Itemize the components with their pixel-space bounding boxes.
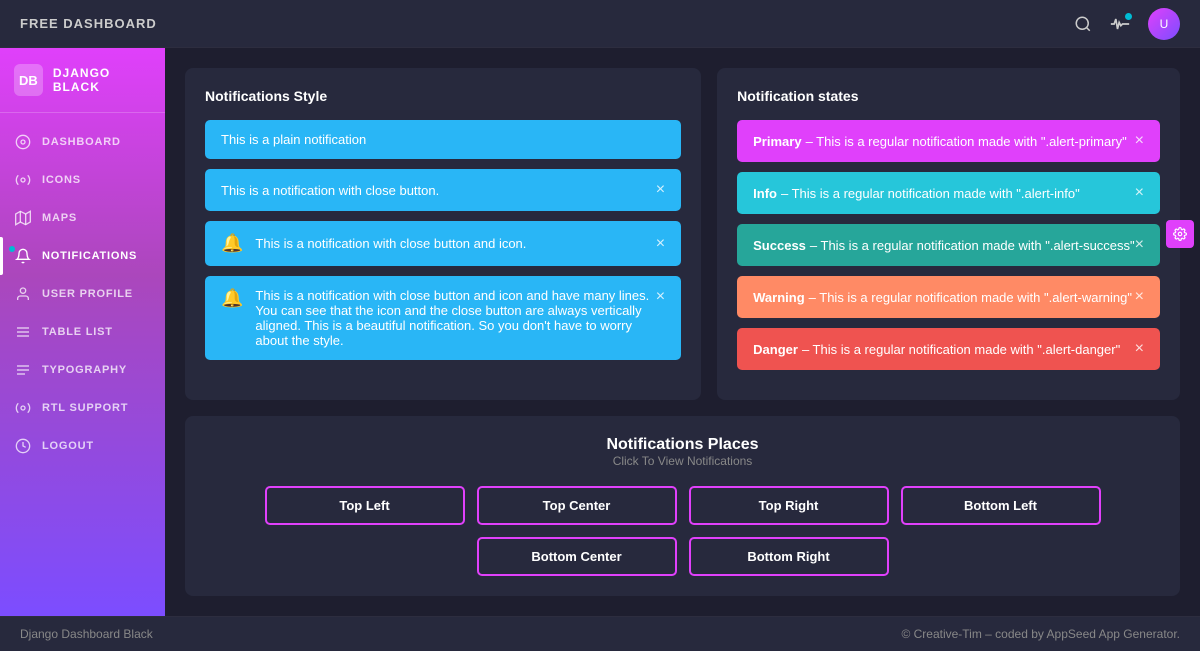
close-info[interactable]: ×: [1135, 184, 1144, 202]
rtl-icon: [14, 399, 32, 417]
bell-icon-2: 🔔: [221, 288, 243, 309]
close-danger[interactable]: ×: [1135, 340, 1144, 358]
avatar[interactable]: U: [1148, 8, 1180, 40]
sidebar-item-maps[interactable]: MAPS: [0, 199, 165, 237]
places-subtitle: Click To View Notifications: [205, 454, 1160, 468]
close-button-1[interactable]: ×: [656, 181, 665, 199]
alert-multiline: 🔔 This is a notification with close butt…: [205, 276, 681, 360]
alert-info: Info – This is a regular notification ma…: [737, 172, 1160, 214]
notification-states-card: Notification states Primary – This is a …: [717, 68, 1180, 400]
alert-danger-text: – This is a regular notification made wi…: [802, 342, 1120, 357]
notification-places-card: Notifications Places Click To View Notif…: [185, 416, 1180, 596]
logout-icon: [14, 437, 32, 455]
alert-success-text: – This is a regular notification made wi…: [810, 238, 1135, 253]
typography-icon: [14, 361, 32, 379]
main-layout: DB DJANGO BLACK DASHBOARD ICONS: [0, 48, 1200, 616]
alert-danger: Danger – This is a regular notification …: [737, 328, 1160, 370]
alert-plain: This is a plain notification: [205, 120, 681, 159]
sidebar-item-typography[interactable]: TYPOGRAPHY: [0, 351, 165, 389]
settings-gear-button[interactable]: [1166, 220, 1194, 248]
alert-info-label: Info: [753, 186, 777, 201]
sidebar-item-icons[interactable]: ICONS: [0, 161, 165, 199]
topnav: FREE DASHBOARD U: [0, 0, 1200, 48]
close-warning[interactable]: ×: [1135, 288, 1144, 306]
alert-with-close-text: This is a notification with close button…: [221, 183, 656, 198]
alert-with-icon-text: This is a notification with close button…: [255, 236, 655, 251]
search-icon[interactable]: [1074, 15, 1092, 33]
maps-icon: [14, 209, 32, 227]
alert-primary: Primary – This is a regular notification…: [737, 120, 1160, 162]
alert-warning-text: – This is a regular notification made wi…: [809, 290, 1132, 305]
notifications-style-title: Notifications Style: [205, 88, 681, 104]
sidebar-item-user-profile[interactable]: USER PROFILE: [0, 275, 165, 313]
topnav-actions: U: [1074, 8, 1180, 40]
sidebar: DB DJANGO BLACK DASHBOARD ICONS: [0, 48, 165, 616]
sidebar-label-notifications: NOTIFICATIONS: [42, 250, 137, 262]
sidebar-label-user-profile: USER PROFILE: [42, 288, 133, 300]
sidebar-label-dashboard: DASHBOARD: [42, 136, 121, 148]
sidebar-label-typography: TYPOGRAPHY: [42, 364, 127, 376]
places-buttons: Top Left Top Center Top Right Bottom Lef…: [205, 486, 1160, 576]
sidebar-item-dashboard[interactable]: DASHBOARD: [0, 123, 165, 161]
cards-row: Notifications Style This is a plain noti…: [185, 68, 1180, 400]
notifications-icon: [14, 247, 32, 265]
alert-info-text: – This is a regular notification made wi…: [781, 186, 1080, 201]
sidebar-item-table-list[interactable]: TABLE LIST: [0, 313, 165, 351]
places-title: Notifications Places: [205, 436, 1160, 454]
footer-right: © Creative-Tim – coded by AppSeed App Ge…: [901, 627, 1180, 641]
alert-primary-text: – This is a regular notification made wi…: [806, 134, 1127, 149]
close-success[interactable]: ×: [1135, 236, 1144, 254]
user-icon: [14, 285, 32, 303]
alert-success-label: Success: [753, 238, 806, 253]
pulse-icon[interactable]: [1110, 15, 1130, 33]
footer-left: Django Dashboard Black: [20, 627, 153, 641]
topnav-title: FREE DASHBOARD: [20, 16, 157, 31]
notifications-style-card: Notifications Style This is a plain noti…: [185, 68, 701, 400]
alert-warning: Warning – This is a regular notification…: [737, 276, 1160, 318]
table-icon: [14, 323, 32, 341]
bottom-center-button[interactable]: Bottom Center: [477, 537, 677, 576]
bottom-left-button[interactable]: Bottom Left: [901, 486, 1101, 525]
alert-primary-label: Primary: [753, 134, 801, 149]
sidebar-logo: DB: [14, 64, 43, 96]
alert-with-close: This is a notification with close button…: [205, 169, 681, 211]
notification-dot: [9, 246, 15, 252]
sidebar-label-table-list: TABLE LIST: [42, 326, 113, 338]
close-button-3[interactable]: ×: [656, 288, 665, 306]
close-button-2[interactable]: ×: [656, 235, 665, 253]
sidebar-brand-name: DJANGO BLACK: [53, 66, 151, 94]
alert-warning-label: Warning: [753, 290, 805, 305]
states-card-wrapper: Notification states Primary – This is a …: [717, 68, 1180, 400]
sidebar-brand: DB DJANGO BLACK: [0, 48, 165, 113]
sidebar-label-icons: ICONS: [42, 174, 81, 186]
alert-danger-label: Danger: [753, 342, 798, 357]
content-area: Notifications Style This is a plain noti…: [165, 48, 1200, 616]
alert-multiline-text: This is a notification with close button…: [255, 288, 655, 348]
notification-states-title: Notification states: [737, 88, 1160, 104]
sidebar-item-notifications[interactable]: NOTIFICATIONS: [0, 237, 165, 275]
top-left-button[interactable]: Top Left: [265, 486, 465, 525]
close-primary[interactable]: ×: [1135, 132, 1144, 150]
alert-success: Success – This is a regular notification…: [737, 224, 1160, 266]
dashboard-icon: [14, 133, 32, 151]
icons-icon: [14, 171, 32, 189]
bell-icon-1: 🔔: [221, 233, 243, 254]
sidebar-item-rtl-support[interactable]: RTL SUPPORT: [0, 389, 165, 427]
top-right-button[interactable]: Top Right: [689, 486, 889, 525]
top-center-button[interactable]: Top Center: [477, 486, 677, 525]
alert-with-icon: 🔔 This is a notification with close butt…: [205, 221, 681, 266]
alert-plain-text: This is a plain notification: [221, 132, 665, 147]
bottom-right-button[interactable]: Bottom Right: [689, 537, 889, 576]
sidebar-nav: DASHBOARD ICONS MAPS NOTIFICATIONS: [0, 113, 165, 616]
sidebar-item-logout[interactable]: LOGOUT: [0, 427, 165, 465]
footer: Django Dashboard Black © Creative-Tim – …: [0, 616, 1200, 651]
sidebar-label-rtl-support: RTL SUPPORT: [42, 402, 128, 414]
sidebar-label-logout: LOGOUT: [42, 440, 94, 452]
sidebar-label-maps: MAPS: [42, 212, 77, 224]
